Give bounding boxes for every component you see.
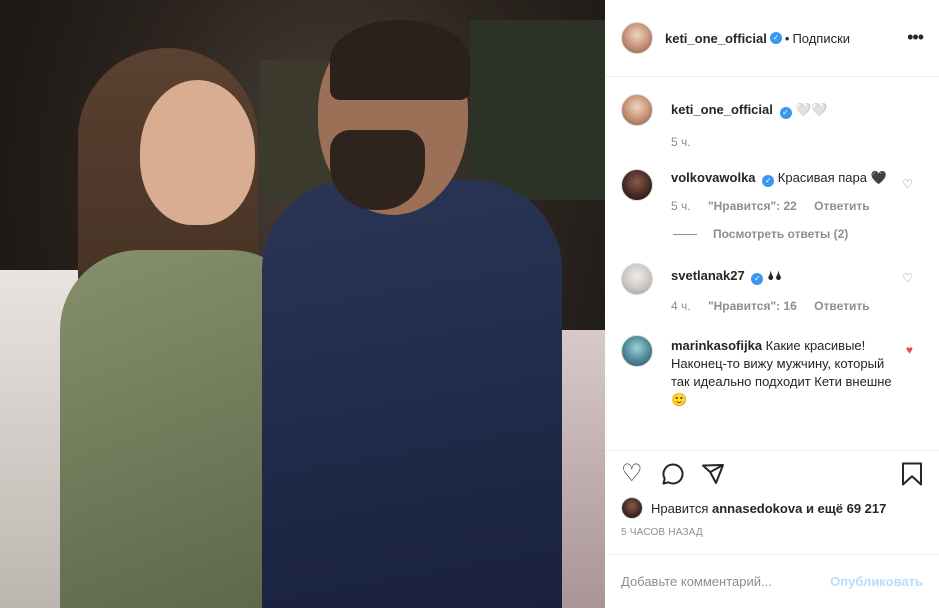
comment-item: svetlanak27 ✓ 🌢🌢 4 ч. "Нравится": 16 Отв… — [621, 263, 923, 315]
comment-likes[interactable]: "Нравится": 22 — [708, 199, 797, 213]
comment-time[interactable]: 5 ч. — [671, 199, 691, 213]
man-hair — [330, 20, 470, 100]
likes-text: Нравится annasedokova и ещё 69 217 — [651, 501, 886, 516]
add-comment-form: Опубликовать — [605, 554, 939, 608]
woman-face — [140, 80, 255, 225]
caption-time[interactable]: 5 ч. — [671, 135, 691, 149]
comment-time[interactable]: 4 ч. — [671, 299, 691, 313]
action-bar: ♡ — [621, 461, 923, 489]
reply-button[interactable]: Ответить — [814, 299, 869, 313]
comment-item: volkovawolka ✓ Красивая пара 🖤 5 ч. "Нра… — [621, 169, 923, 215]
author-username[interactable]: keti_one_official — [665, 31, 767, 46]
comment-like-heart-icon[interactable]: ♡ — [902, 177, 913, 191]
comment-likes[interactable]: "Нравится": 16 — [708, 299, 797, 313]
replies-divider-line — [673, 233, 697, 235]
separator-dot: • — [784, 30, 790, 46]
likes-summary[interactable]: Нравится annasedokova и ещё 69 217 — [621, 497, 886, 519]
publish-button[interactable]: Опубликовать — [830, 574, 923, 589]
view-replies-button[interactable]: Посмотреть ответы (2) — [673, 227, 923, 241]
comment-text: Красивая пара 🖤 — [777, 170, 887, 185]
commenter-avatar[interactable] — [621, 335, 653, 367]
background-window — [470, 20, 605, 200]
author-avatar[interactable] — [621, 94, 653, 126]
heart-icon[interactable]: ♡ — [621, 461, 643, 487]
more-icon[interactable]: ••• — [907, 28, 924, 46]
comment-input[interactable] — [621, 574, 831, 589]
verified-badge-icon: ✓ — [762, 175, 775, 187]
share-icon[interactable] — [701, 461, 725, 492]
post-photo[interactable] — [0, 0, 605, 608]
reply-button[interactable]: Ответить — [814, 199, 869, 213]
comment-username[interactable]: volkovawolka — [671, 170, 756, 185]
post-header: keti_one_official ✓ • Подписки ••• — [605, 0, 939, 77]
caption-username[interactable]: keti_one_official — [671, 102, 773, 117]
comment-icon[interactable] — [661, 461, 685, 492]
comment-liked-heart-icon[interactable]: ♥ — [906, 343, 913, 357]
commenter-avatar[interactable] — [621, 263, 653, 295]
verified-badge-icon: ✓ — [779, 107, 792, 119]
comment-text: 🌢🌢 — [766, 268, 783, 283]
likes-prefix: Нравится — [651, 500, 709, 516]
comment-like-heart-icon[interactable]: ♡ — [902, 271, 913, 285]
view-replies-label: Посмотреть ответы (2) — [713, 227, 849, 241]
post-side-panel: keti_one_official ✓ • Подписки ••• keti_… — [605, 0, 939, 608]
comments-list[interactable]: keti_one_official ✓ 🤍🤍 5 ч. volkovawolka… — [605, 78, 939, 450]
bookmark-icon[interactable] — [901, 461, 923, 492]
liker-username[interactable]: annasedokova — [712, 501, 802, 516]
comment-username[interactable]: svetlanak27 — [671, 268, 745, 283]
comment-username[interactable]: marinkasofijka — [671, 338, 762, 353]
caption-text: 🤍🤍 — [795, 102, 828, 117]
man-shirt — [262, 180, 562, 608]
post-timestamp[interactable]: 5 ЧАСОВ НАЗАД — [621, 527, 703, 538]
liker-avatar[interactable] — [621, 497, 643, 519]
commenter-avatar[interactable] — [621, 169, 653, 201]
verified-badge-icon: ✓ — [769, 32, 782, 44]
follow-status[interactable]: Подписки — [792, 31, 850, 46]
caption: keti_one_official ✓ 🤍🤍 5 ч. — [621, 94, 923, 151]
author-avatar[interactable] — [621, 22, 653, 54]
comment-item: marinkasofijka Какие красивые! Наконец-т… — [621, 335, 923, 409]
likes-count[interactable]: и ещё 69 217 — [806, 501, 886, 516]
verified-badge-icon: ✓ — [751, 273, 764, 285]
